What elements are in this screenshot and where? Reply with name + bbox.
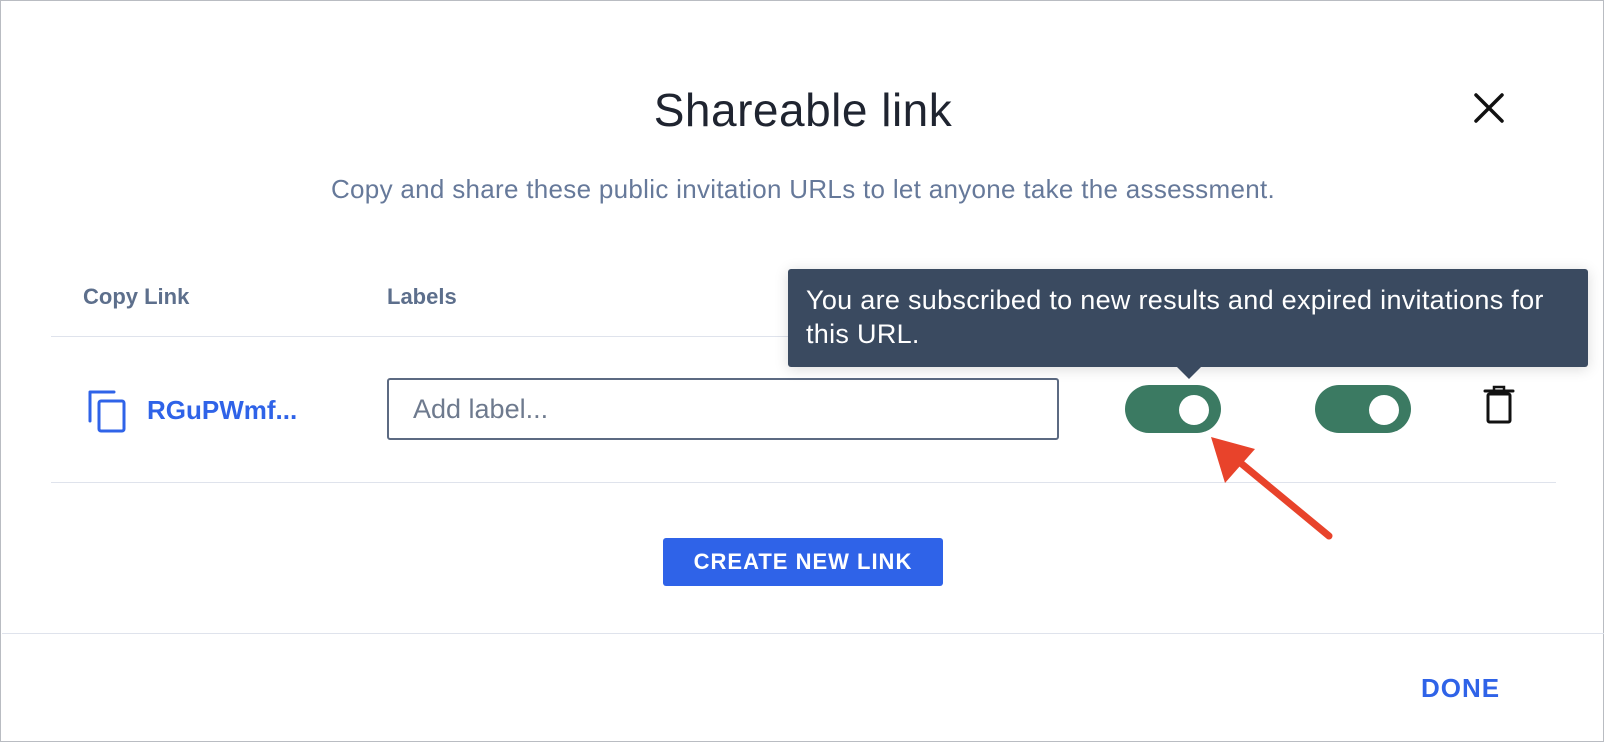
dialog-subtitle: Copy and share these public invitation U… bbox=[330, 174, 1276, 204]
status-toggle[interactable] bbox=[1315, 385, 1411, 433]
copy-link-button[interactable]: RGuPWmf... bbox=[86, 386, 297, 434]
tooltip-pointer bbox=[1177, 367, 1201, 379]
done-button[interactable]: DONE bbox=[1421, 673, 1500, 704]
shareable-link-dialog: Shareable link Copy and share these publ… bbox=[0, 0, 1604, 742]
notifications-tooltip: You are subscribed to new results and ex… bbox=[788, 269, 1588, 367]
label-input[interactable] bbox=[387, 378, 1059, 440]
create-new-link-button[interactable]: CREATE NEW LINK bbox=[663, 538, 943, 586]
notifications-toggle[interactable] bbox=[1125, 385, 1221, 433]
dialog-title: Shareable link bbox=[653, 84, 953, 136]
toggle-knob bbox=[1179, 395, 1209, 425]
close-icon[interactable] bbox=[1470, 89, 1508, 127]
column-header-copy-link: Copy Link bbox=[83, 284, 190, 309]
copy-icon bbox=[88, 390, 126, 433]
link-id: RGuPWmf... bbox=[147, 394, 298, 425]
column-header-labels: Labels bbox=[387, 284, 457, 309]
annotation-arrow-icon bbox=[1211, 437, 1333, 540]
footer-divider bbox=[2, 633, 1604, 634]
toggle-knob bbox=[1369, 395, 1399, 425]
trash-icon[interactable] bbox=[1483, 385, 1515, 425]
